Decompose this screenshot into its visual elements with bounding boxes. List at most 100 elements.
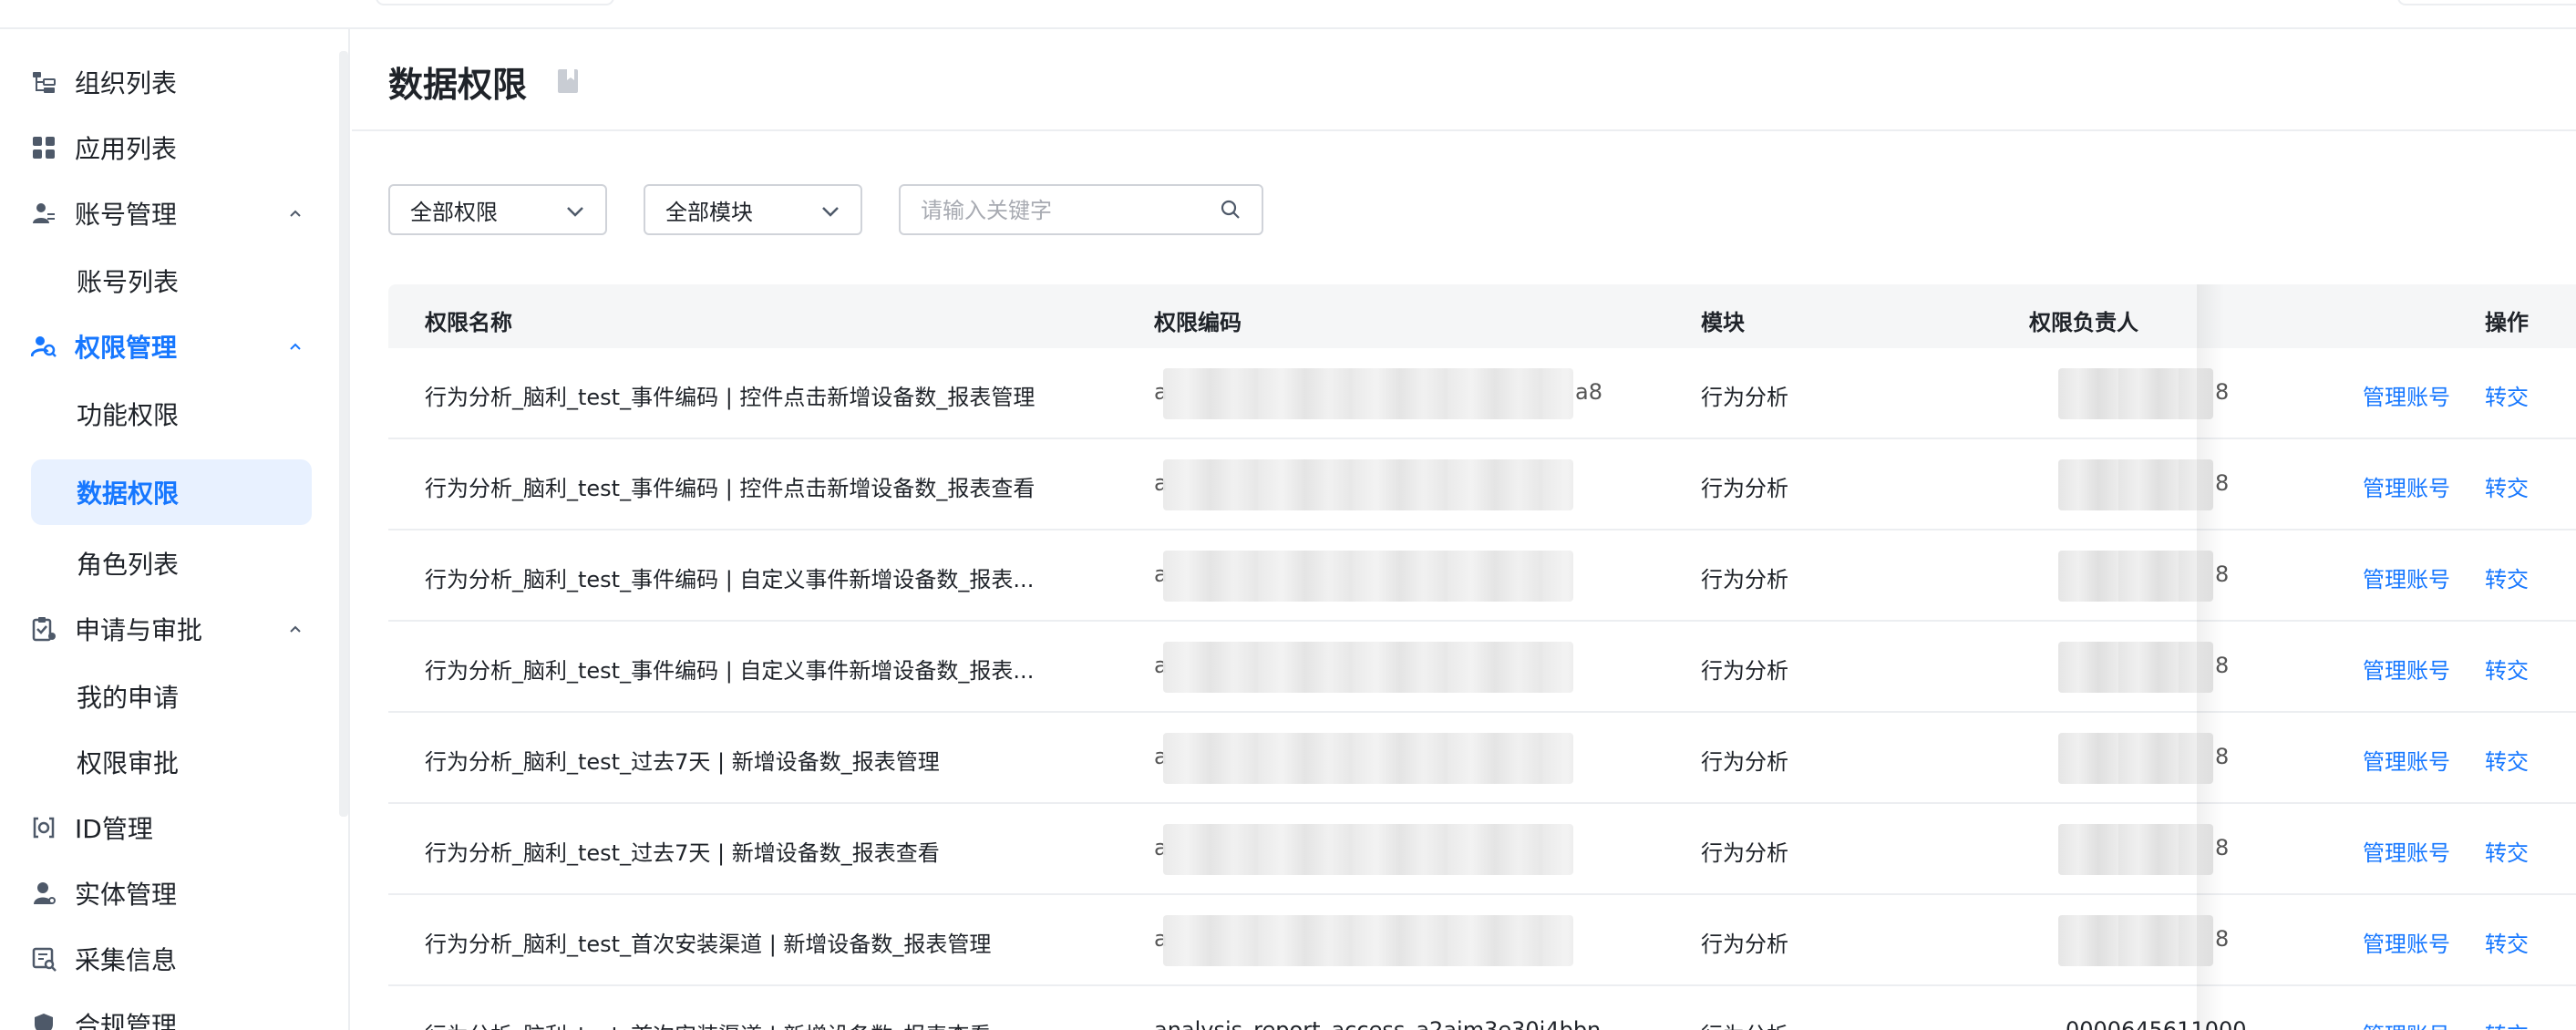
sidebar-item-label: 账号列表 [77,267,180,297]
manage-accounts-link[interactable]: 管理账号 [2363,379,2450,411]
sidebar-item-label: ID管理 [75,814,153,844]
table-row: 行为分析_脑利_test_事件编码 | 控件点击新增设备数_报表管理 a a8 … [388,348,2576,439]
module-name: 行为分析 [1701,1017,1788,1030]
collect-icon [31,946,57,972]
redacted-code [1163,733,1573,784]
redacted-owner [2058,551,2213,602]
sidebar-item-my-applications[interactable]: 我的申请 [31,667,312,726]
sidebar-item-permission-approval[interactable]: 权限审批 [31,733,312,791]
permission-code: analysis_report_access_a2ajm3e30i4bbn [1154,1017,1602,1030]
permission-name: 行为分析_脑利_test_首次安装渠道 | 新增设备数_报表查看 [425,1017,991,1030]
chevron-down-icon [822,207,839,217]
sidebar-item-label: 申请与审批 [75,615,203,645]
sidebar-item-label: 组织列表 [75,68,178,98]
sidebar-item-label: 数据权限 [77,479,180,509]
sidebar-item-collect-info[interactable]: 采集信息 [31,930,312,988]
redacted-owner [2058,915,2213,966]
redacted-owner [2058,824,2213,875]
table-row: 行为分析_脑利_test_事件编码 | 自定义事件新增设备数_报表... a 行… [388,622,2576,713]
sidebar-item-label: 采集信息 [75,945,178,975]
permission-filter-value: 全部权限 [410,199,498,225]
search-box [899,184,1263,235]
clipboard-icon [31,616,57,642]
column-header-module: 模块 [1701,310,1745,335]
table-row: 行为分析_脑利_test_事件编码 | 控件点击新增设备数_报表查看 a 行为分… [388,439,2576,530]
transfer-link[interactable]: 转交 [2485,379,2529,411]
main-content: 数据权限 全部权限 全部模块 权限名称 权限编码 模块 权限负责人 操作 行为分… [352,29,2576,1030]
sidebar-item-label: 合规管理 [75,1011,178,1030]
column-header-code: 权限编码 [1154,310,1242,335]
top-bar-user-control[interactable] [2397,0,2576,5]
sidebar-item-account-list[interactable]: 账号列表 [31,252,312,310]
sidebar-scrollbar[interactable] [339,51,348,817]
search-input[interactable] [921,197,1212,224]
sidebar-item-entity-management[interactable]: 实体管理 [31,864,312,922]
transfer-link[interactable]: 转交 [2485,470,2529,502]
chevron-up-icon [290,343,301,350]
sidebar-item-label: 权限管理 [75,333,178,363]
manage-accounts-link[interactable]: 管理账号 [2363,561,2450,593]
table-row: 行为分析_脑利_test_过去7天 | 新增设备数_报表查看 a 行为分析 8 … [388,804,2576,895]
transfer-link[interactable]: 转交 [2485,1017,2529,1030]
permission-filter-select[interactable]: 全部权限 [388,184,607,235]
sidebar-item-data-permission[interactable]: 数据权限 [31,459,312,525]
module-name: 行为分析 [1701,932,1788,957]
module-name: 行为分析 [1701,567,1788,592]
sidebar-item-role-list[interactable]: 角色列表 [31,534,312,592]
permission-name: 行为分析_脑利_test_事件编码 | 自定义事件新增设备数_报表... [425,567,1035,592]
redacted-owner [2058,459,2213,510]
redacted-code [1163,551,1573,602]
sidebar-item-apply-approve[interactable]: 申请与审批 [31,600,312,658]
top-bar-control[interactable] [376,0,614,5]
transfer-link[interactable]: 转交 [2485,926,2529,958]
search-icon[interactable] [1220,199,1242,221]
compliance-icon [31,1012,57,1030]
sidebar-item-label: 我的申请 [77,683,180,713]
chevron-up-icon [290,210,301,217]
transfer-link[interactable]: 转交 [2485,835,2529,867]
permission-name: 行为分析_脑利_test_首次安装渠道 | 新增设备数_报表管理 [425,932,992,957]
entity-icon [31,881,57,906]
permission-name: 行为分析_脑利_test_过去7天 | 新增设备数_报表管理 [425,749,940,775]
bookmark-icon[interactable] [556,67,582,98]
permission-name: 行为分析_脑利_test_事件编码 | 控件点击新增设备数_报表管理 [425,385,1036,410]
module-filter-select[interactable]: 全部模块 [644,184,862,235]
manage-accounts-link[interactable]: 管理账号 [2363,470,2450,502]
manage-accounts-link[interactable]: 管理账号 [2363,1017,2450,1030]
table-header: 权限名称 权限编码 模块 权限负责人 操作 [388,284,2576,348]
redacted-code [1163,368,1573,419]
column-header-owner: 权限负责人 [2029,310,2138,335]
module-name: 行为分析 [1701,749,1788,775]
manage-accounts-link[interactable]: 管理账号 [2363,653,2450,685]
org-tree-icon [31,69,57,95]
fixed-column-shadow [2197,284,2224,1030]
sidebar-item-function-permission[interactable]: 功能权限 [31,385,312,443]
manage-accounts-link[interactable]: 管理账号 [2363,835,2450,867]
page-header: 数据权限 [352,29,2576,131]
permission-name: 行为分析_脑利_test_事件编码 | 自定义事件新增设备数_报表... [425,658,1035,684]
sidebar-item-label: 权限审批 [77,748,180,778]
sidebar-item-compliance[interactable]: 合规管理 [31,995,312,1030]
sidebar-item-org-list[interactable]: 组织列表 [31,53,312,111]
account-icon [31,201,57,226]
manage-accounts-link[interactable]: 管理账号 [2363,926,2450,958]
sidebar-item-label: 应用列表 [75,134,178,164]
sidebar-item-app-list[interactable]: 应用列表 [31,118,312,177]
table-row: 行为分析_脑利_test_首次安装渠道 | 新增设备数_报表管理 a 行为分析 … [388,895,2576,986]
sidebar-item-label: 实体管理 [75,880,178,910]
chevron-up-icon [290,625,301,633]
transfer-link[interactable]: 转交 [2485,561,2529,593]
manage-accounts-link[interactable]: 管理账号 [2363,744,2450,776]
permission-name: 行为分析_脑利_test_过去7天 | 新增设备数_报表查看 [425,840,940,866]
module-name: 行为分析 [1701,385,1788,410]
sidebar-item-account-management[interactable]: 账号管理 [31,184,312,242]
page-title: 数据权限 [388,65,528,105]
transfer-link[interactable]: 转交 [2485,744,2529,776]
redacted-code [1163,915,1573,966]
transfer-link[interactable]: 转交 [2485,653,2529,685]
sidebar-item-id-management[interactable]: ID管理 [31,798,312,857]
permission-name: 行为分析_脑利_test_事件编码 | 控件点击新增设备数_报表查看 [425,476,1036,501]
apps-grid-icon [31,135,57,160]
sidebar-item-label: 角色列表 [77,550,180,580]
sidebar-item-permission-management[interactable]: 权限管理 [31,317,312,376]
